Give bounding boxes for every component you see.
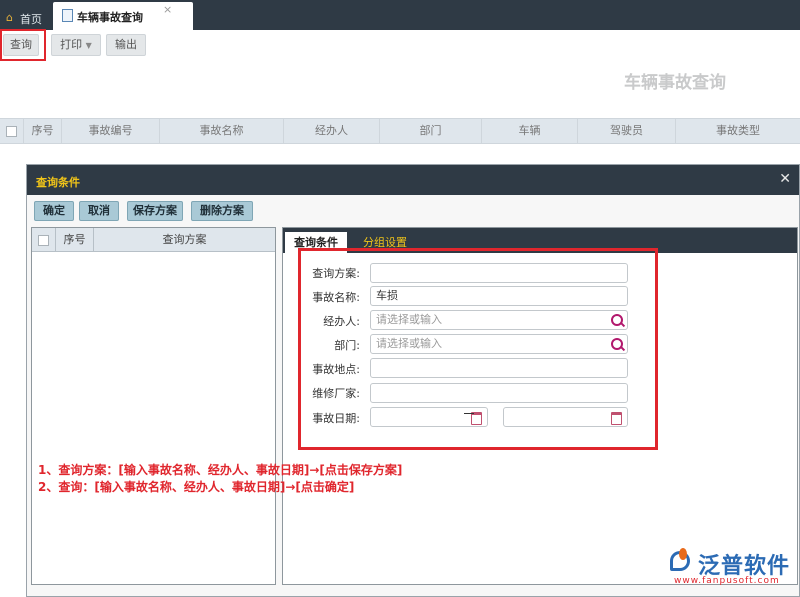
grid-col-dept[interactable]: 部门 [380,119,482,143]
chevron-down-icon: ▼ [85,41,92,50]
grid-col-driver[interactable]: 驾驶员 [578,119,676,143]
confirm-button[interactable]: 确定 [34,201,74,221]
dialog-title-bar: 查询条件 ✕ [27,165,799,195]
tab-home-label: 首页 [20,13,42,26]
page-icon [62,9,73,22]
grid-select-all[interactable] [0,119,24,143]
close-icon[interactable]: ✕ [779,171,791,187]
checkbox-icon [6,125,17,137]
tab-home[interactable]: ⌂ 首页 [0,4,52,30]
plan-list-panel: 序号 查询方案 [31,227,276,585]
save-plan-button[interactable]: 保存方案 [127,201,183,221]
plan-col-name: 查询方案 [162,233,207,246]
print-button[interactable]: 打印 ▼ [51,34,101,56]
grid-col-seq[interactable]: 序号 [24,119,62,143]
instruction-line-2: 2、查询：[输入事故名称、经办人、事故日期]→[点击确定] [38,480,355,494]
grid-col-vehicle[interactable]: 车辆 [482,119,578,143]
home-icon: ⌂ [6,11,13,24]
checkbox-icon [38,234,49,246]
page-title: 车辆事故查询 [624,73,726,93]
grid-col-accident-type[interactable]: 事故类型 [676,119,800,143]
logo-url: www.fanpusoft.com [674,576,780,586]
grid-col-accident-no[interactable]: 事故编号 [62,119,160,143]
tab-close-icon[interactable]: × [163,3,172,16]
cancel-button[interactable]: 取消 [79,201,119,221]
brand-logo: 泛普软件 www.fanpusoft.com [668,547,796,587]
dialog-title: 查询条件 [36,176,80,189]
instruction-line-1: 1、查询方案：[输入事故名称、经办人、事故日期]→[点击保存方案] [38,463,403,477]
delete-plan-button[interactable]: 删除方案 [191,201,253,221]
highlight-box-conditions [298,248,658,450]
tab-vehicle-accident-query[interactable]: 车辆事故查询 × [53,2,193,30]
plan-select-all[interactable] [32,228,56,251]
plan-col-seq: 序号 [56,228,94,251]
grid-col-accident-name[interactable]: 事故名称 [160,119,284,143]
print-button-label: 打印 [60,38,83,51]
tab-active-label: 车辆事故查询 [77,11,143,24]
plan-list-header: 序号 查询方案 [32,228,275,252]
tab-bar: ⌂ 首页 车辆事故查询 × [0,0,800,30]
logo-mark-icon [670,548,690,571]
grid-header: 序号 事故编号 事故名称 经办人 部门 车辆 驾驶员 事故类型 [0,118,800,144]
export-button[interactable]: 输出 [106,34,146,56]
grid-col-handler[interactable]: 经办人 [284,119,380,143]
highlight-box-query [0,29,46,61]
